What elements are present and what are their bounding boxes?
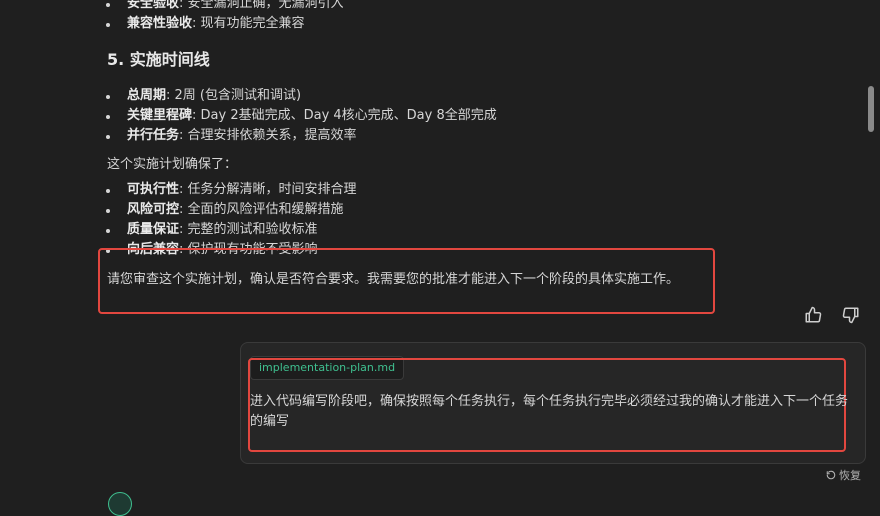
restore-label: 恢复 [839,469,861,482]
thumbs-up-button[interactable] [802,304,824,326]
list-item: 总周期: 2周 (包含测试和调试) [105,86,302,106]
item-bold: 风险可控 [127,202,180,217]
list-item: 兼容性验收: 现有功能完全兼容 [106,14,305,34]
item-bold: 总周期 [127,88,167,103]
item-text: : Day 2基础完成、Day 4核心完成、Day 8全部完成 [192,108,497,123]
thumbs-up-icon [805,306,822,323]
section-heading: 5. 实施时间线 [107,50,210,69]
thumbs-down-icon [842,307,859,324]
item-text: : 2周 (包含测试和调试) [166,88,302,103]
item-text: : 安全漏洞止确，无漏洞引入 [179,0,344,11]
item-text: : 任务分解清晰，时间安排合理 [179,182,357,197]
scrollbar-thumb[interactable] [868,86,874,132]
restore-button[interactable]: 恢复 [826,468,861,484]
list-item: 质量保证: 完整的测试和验收标准 [106,220,318,240]
thumbs-down-button[interactable] [840,304,862,326]
item-bold: 安全验收 [127,0,180,11]
avatar [108,492,132,516]
item-text: : 合理安排依赖关系，提高效率 [179,128,357,143]
item-bold: 质量保证 [127,222,180,237]
item-bold: 关键里程碑 [127,108,193,123]
item-bold: 可执行性 [127,182,180,197]
item-text: : 全面的风险评估和缓解措施 [179,202,344,217]
restore-icon [826,470,836,480]
list-item: 安全验收: 安全漏洞止确，无漏洞引入 [106,0,344,14]
list-item: 并行任务: 合理安排依赖关系，提高效率 [106,126,357,146]
user-message-line: 进入代码编写阶段吧，确保按照每个任务执行，每个任务执行完毕必须经过我的确认才能进… [250,394,849,409]
item-text: : 现有功能完全兼容 [192,16,305,31]
list-item: 可执行性: 任务分解清晰，时间安排合理 [106,180,357,200]
item-bold: 兼容性验收 [127,16,193,31]
item-text: : 完整的测试和验收标准 [179,222,318,237]
list-item: 风险可控: 全面的风险评估和缓解措施 [106,200,344,220]
user-message-line: 的编写 [250,414,290,429]
list-item: 关键里程碑: Day 2基础完成、Day 4核心完成、Day 8全部完成 [106,106,497,126]
item-bold: 并行任务 [127,128,180,143]
intro-text: 这个实施计划确保了： [107,157,238,172]
review-request-text: 请您审查这个实施计划，确认是否符合要求。我需要您的批准才能进入下一个阶段的具体实… [107,272,680,287]
user-message-text: 进入代码编写阶段吧，确保按照每个任务执行，每个任务执行完毕必须经过我的确认才能进… [250,392,854,432]
